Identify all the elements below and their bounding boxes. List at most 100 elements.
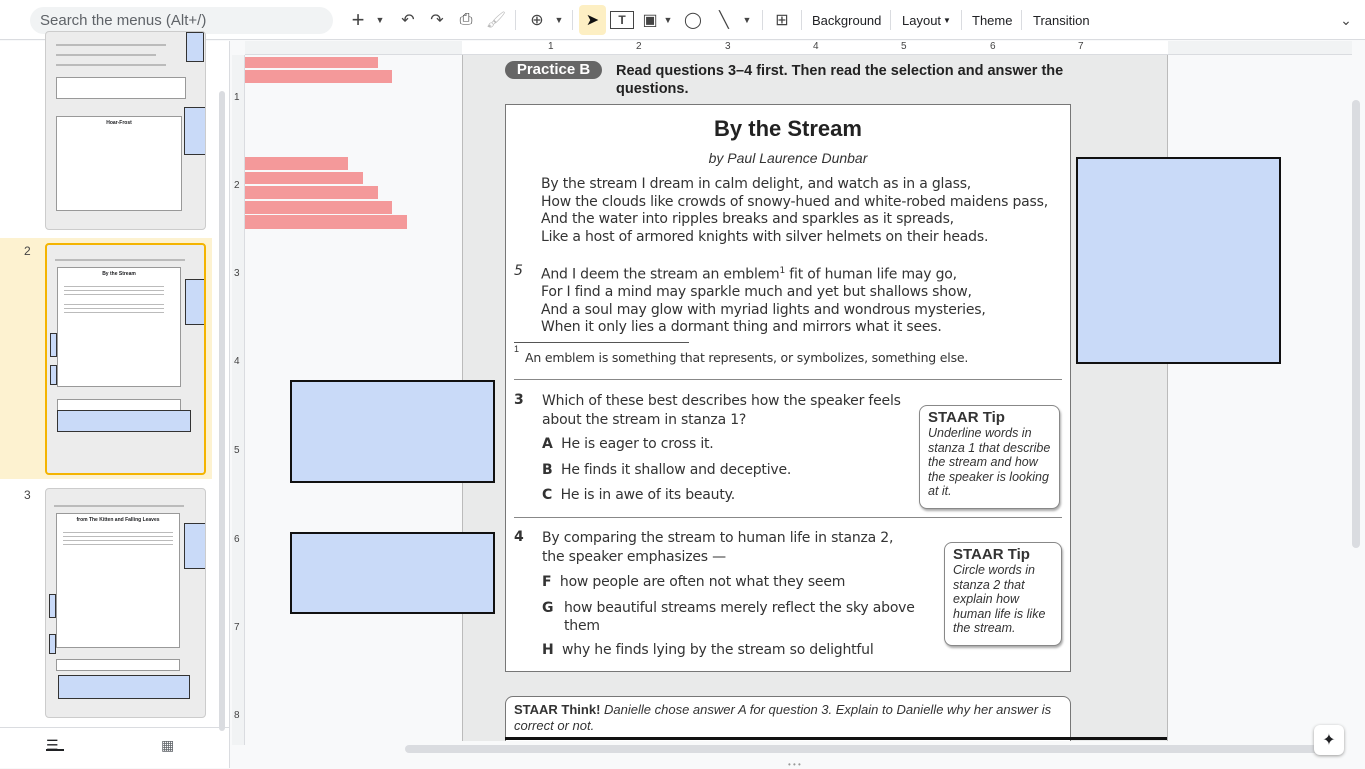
print-icon[interactable]: ⎙ <box>455 8 477 32</box>
chevron-down-icon[interactable]: ▼ <box>661 8 675 32</box>
option-letter: G <box>542 600 554 616</box>
poem-line: When it only lies a dormant thing and mi… <box>541 319 942 336</box>
answer-option: F how people are often not what they see… <box>542 574 845 590</box>
ruler-label: 3 <box>725 41 731 52</box>
footnote-number: 1 <box>514 344 520 354</box>
sparkle-assist-icon[interactable]: ✦ <box>1314 725 1344 755</box>
answer-option: B He finds it shallow and deceptive. <box>542 462 791 478</box>
zoom-icon[interactable]: ⊕ <box>526 8 548 32</box>
highlight-shape[interactable] <box>245 157 348 170</box>
staar-think-box: STAAR Think! Danielle chose answer A for… <box>505 696 1071 741</box>
divider <box>514 517 1062 518</box>
poem-line: And a soul may glow with myriad lights a… <box>541 301 986 318</box>
theme-button[interactable]: Theme <box>972 8 1012 32</box>
chevron-down-icon[interactable]: ▼ <box>551 8 567 32</box>
undo-icon[interactable]: ↶ <box>397 8 419 32</box>
poem-line: For I find a mind may sparkle much and y… <box>541 284 972 301</box>
answer-line <box>505 737 1167 740</box>
highlight-shape[interactable] <box>245 201 392 214</box>
layout-button[interactable]: Layout ▼ <box>902 8 951 32</box>
staar-tip-box: STAAR Tip Underline words in stanza 1 th… <box>919 405 1060 509</box>
divider <box>514 379 1062 380</box>
think-label: STAAR Think! <box>514 702 601 717</box>
tip-title: STAAR Tip <box>953 546 1030 563</box>
poem-line: Like a host of armored knights with silv… <box>541 228 989 245</box>
chevron-down-icon[interactable]: ▼ <box>372 8 388 32</box>
ruler-label: 4 <box>234 356 240 367</box>
option-text: He finds it shallow and deceptive. <box>561 462 792 478</box>
divider <box>572 10 573 30</box>
thumbnail-title: By the Stream <box>102 271 136 277</box>
image-icon[interactable]: ▣ <box>639 8 661 32</box>
divider <box>515 10 516 30</box>
poem-line: By the stream I dream in calm delight, a… <box>541 176 972 192</box>
filmstrip-view-icon[interactable]: ☰ <box>46 737 64 753</box>
divider <box>762 10 763 30</box>
search-menus-input[interactable]: Search the menus (Alt+/) <box>30 7 333 34</box>
highlight-shape[interactable] <box>245 215 407 229</box>
option-text: why he finds lying by the stream so deli… <box>562 642 874 658</box>
background-button[interactable]: Background <box>812 8 881 32</box>
ruler-label: 6 <box>990 41 996 52</box>
vertical-scrollbar[interactable] <box>1352 100 1360 548</box>
highlight-shape[interactable] <box>245 186 378 199</box>
slide-number: 2 <box>24 244 31 258</box>
slide-canvas[interactable]: Practice B Read questions 3–4 first. The… <box>462 55 1168 741</box>
blue-rectangle-shape[interactable] <box>290 380 495 483</box>
question-number: 3 <box>514 392 524 408</box>
option-text: He is in awe of its beauty. <box>560 487 736 503</box>
slide-thumbnail-1[interactable]: Hoar-Frost <box>45 31 206 230</box>
line-number: 5 <box>514 263 523 279</box>
blue-rectangle-shape[interactable] <box>290 532 495 614</box>
divider <box>801 10 802 30</box>
thumbnail-title: from The Kitten and Falling Leaves <box>76 517 160 523</box>
ruler-label: 4 <box>813 41 819 52</box>
new-slide-icon[interactable]: + <box>345 7 371 32</box>
ruler-label: 6 <box>234 534 240 545</box>
horizontal-ruler: 1 2 3 4 5 6 7 <box>245 41 1352 55</box>
filmstrip-scrollbar[interactable] <box>219 91 225 731</box>
slide-thumbnail-2[interactable]: By the Stream <box>45 243 206 475</box>
option-text: how beautiful streams merely reflect the… <box>564 600 915 634</box>
line-icon[interactable]: ╲ <box>713 8 735 32</box>
question-4-text: By comparing the stream to human life in… <box>542 530 894 565</box>
ruler-label: 5 <box>234 445 240 456</box>
answer-option: H why he finds lying by the stream so de… <box>542 642 874 658</box>
answer-option: Ghow beautiful streams merely reflect th… <box>542 599 922 635</box>
divider <box>890 10 891 30</box>
add-comment-icon[interactable]: ⊞ <box>771 8 793 32</box>
ruler-label: 8 <box>234 710 240 721</box>
highlight-shape[interactable] <box>245 57 378 68</box>
divider <box>1021 10 1022 30</box>
thumbnail-title: Hoar-Frost <box>106 120 132 126</box>
staar-tip-box: STAAR Tip Circle words in stanza 2 that … <box>944 542 1062 646</box>
collapse-toolbar-chevron-icon[interactable]: ⌄ <box>1336 8 1356 32</box>
blue-rectangle-shape[interactable] <box>1076 157 1281 364</box>
grid-view-icon[interactable]: ▦ <box>161 737 174 754</box>
highlight-shape[interactable] <box>245 172 363 184</box>
chevron-down-icon[interactable]: ▼ <box>740 8 754 32</box>
tip-title: STAAR Tip <box>928 409 1005 426</box>
poem-line-end: fit of human life may go, <box>785 266 957 283</box>
vertical-ruler: 1 2 3 4 5 6 7 8 <box>232 55 245 745</box>
highlight-shape[interactable] <box>245 70 392 83</box>
answer-option: C He is in awe of its beauty. <box>542 487 735 503</box>
text-box-icon[interactable]: T <box>610 11 634 29</box>
transition-button[interactable]: Transition <box>1033 8 1090 32</box>
poem-title: By the Stream <box>714 116 862 141</box>
layout-label: Layout <box>902 12 942 28</box>
option-text: how people are often not what they seem <box>559 574 846 590</box>
chevron-down-icon: ▼ <box>943 15 951 25</box>
stanza-2: And I deem the stream an emblem1 fit of … <box>541 263 986 337</box>
paint-format-icon[interactable]: 🖌 <box>485 8 507 32</box>
horizontal-scrollbar[interactable] <box>405 745 1340 753</box>
slide-thumbnail-3[interactable]: from The Kitten and Falling Leaves <box>45 488 206 718</box>
poem-line: How the clouds like crowds of snowy-hued… <box>541 193 1048 210</box>
select-tool-icon[interactable]: ➤ <box>579 5 606 35</box>
redo-icon[interactable]: ↷ <box>426 8 448 32</box>
shape-icon[interactable]: ◯ <box>682 8 704 32</box>
poem-byline: by Paul Laurence Dunbar <box>708 150 868 166</box>
tip-text: Circle words in stanza 2 that explain ho… <box>953 563 1046 636</box>
ruler-label: 1 <box>548 41 554 52</box>
poem-line: And the water into ripples breaks and sp… <box>541 211 954 227</box>
